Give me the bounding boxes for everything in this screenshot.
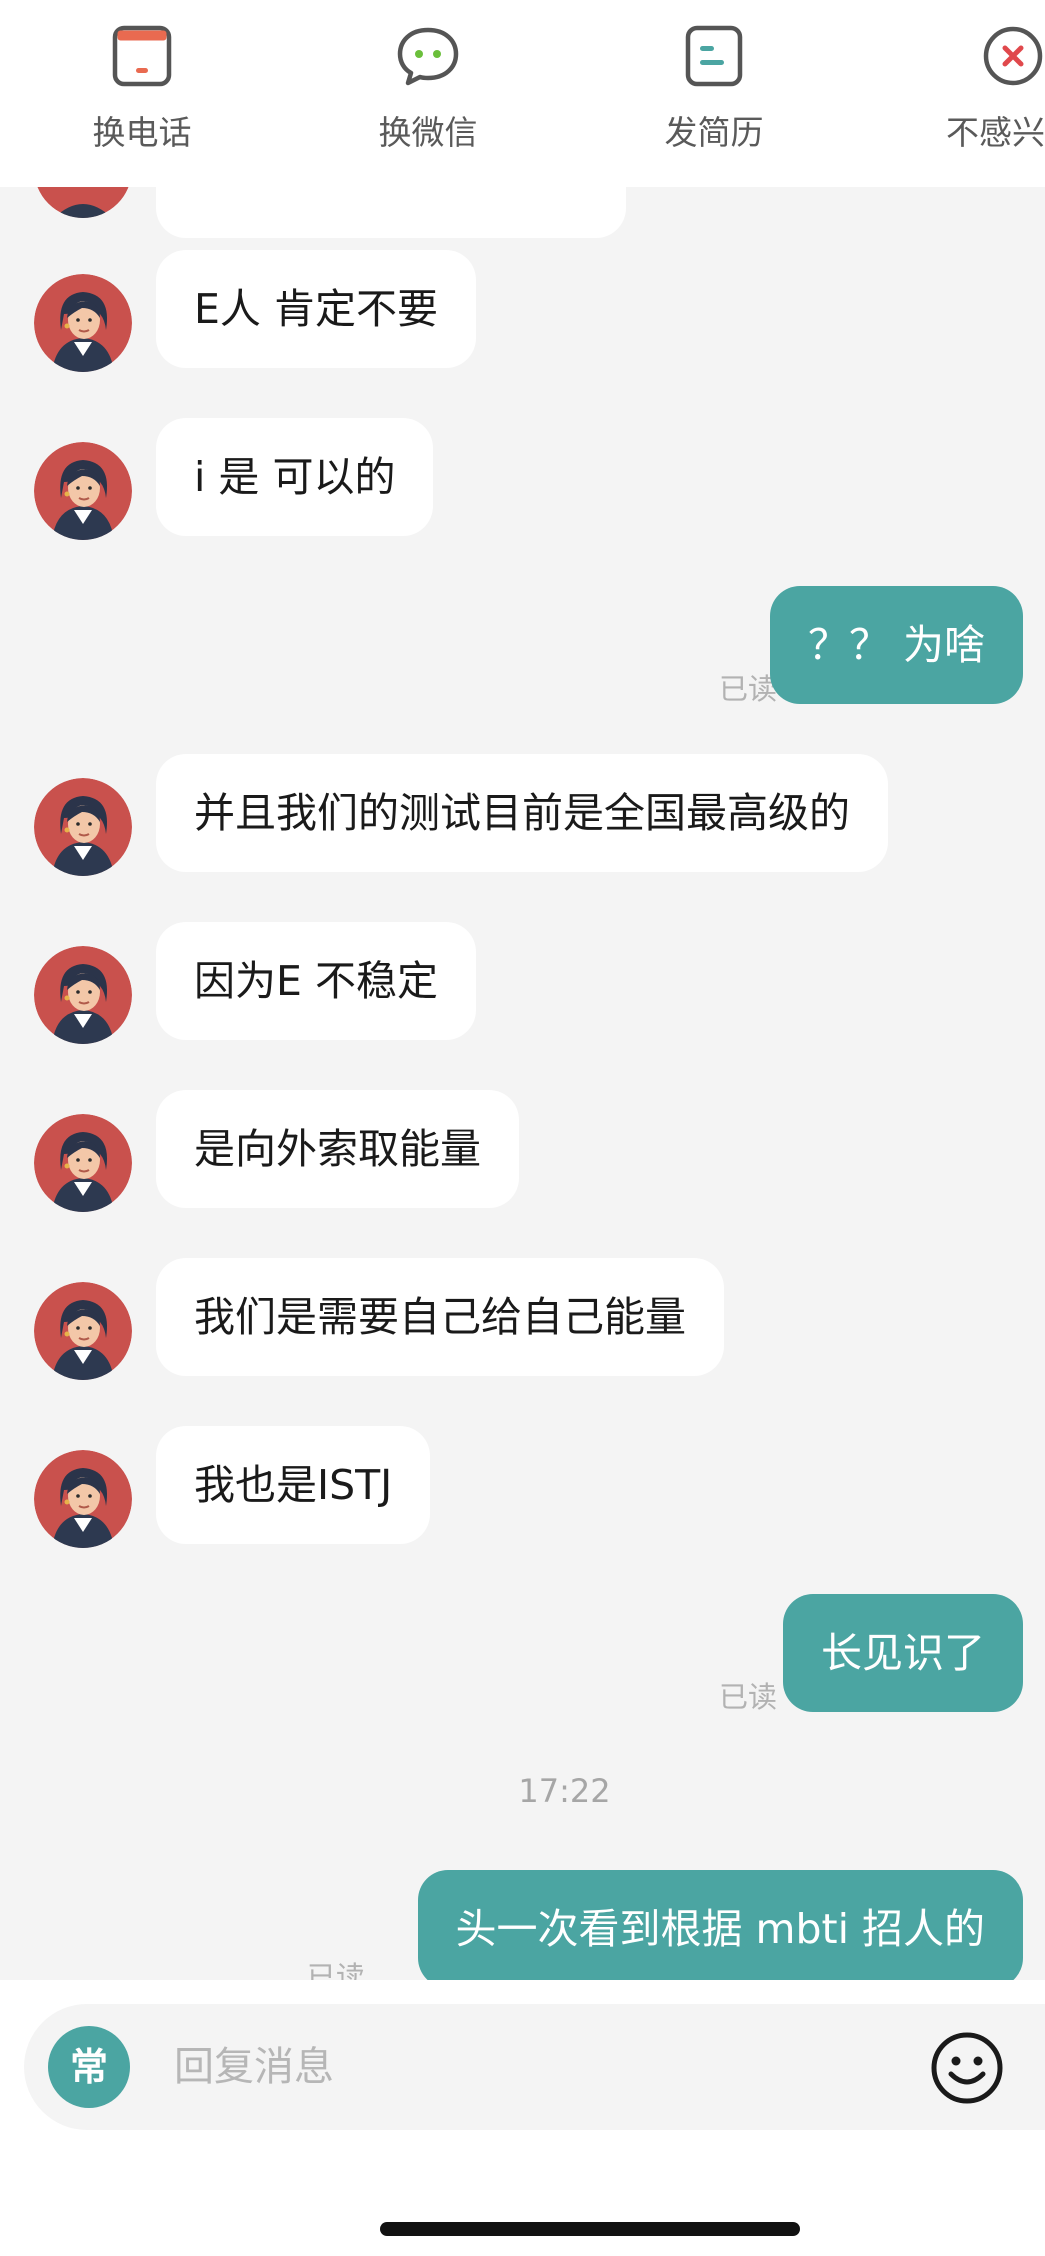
message-bubble: E人 肯定不要 (156, 250, 476, 368)
send-resume-button[interactable]: 发简历 (604, 24, 824, 154)
message-bubble: 是向外索取能量 (156, 1090, 519, 1208)
read-status: 已读 (718, 1680, 777, 1714)
message-bubble: 我也是ISTJ (156, 1426, 431, 1544)
avatar[interactable] (34, 274, 132, 372)
action-label: 换电话 (92, 113, 192, 152)
message-bubble: 并且我们的测试目前是全国最高级的 (156, 754, 888, 872)
message-bubble-outgoing: 头一次看到根据 mbti 招人的 (417, 1870, 1023, 1980)
message-bubble-outgoing: 长见识了 (783, 1594, 1023, 1712)
reply-bar: 常 回复消息 (0, 1980, 1045, 2256)
emoji-icon[interactable] (929, 2030, 1005, 2106)
avatar[interactable] (34, 1114, 132, 1212)
quick-reply-button[interactable]: 常 (48, 2026, 130, 2108)
avatar[interactable] (34, 1282, 132, 1380)
close-circle-icon (983, 26, 1043, 86)
resume-doc-icon (685, 25, 743, 87)
message-bubble: 因为E 不稳定 (156, 922, 476, 1040)
action-label: 发简历 (664, 113, 764, 152)
home-indicator (380, 2222, 800, 2236)
avatar[interactable] (34, 1450, 132, 1548)
message-bubble: i 是 可以的 (156, 418, 434, 536)
avatar[interactable] (34, 778, 132, 876)
read-status: 已读 (306, 1960, 365, 1980)
chat-timestamp: 17:22 (518, 1772, 611, 1810)
not-interested-button[interactable]: 不感兴 (905, 24, 1045, 154)
phone-card-icon (112, 25, 172, 87)
message-bubble-outgoing: ？？ 为啥 (769, 586, 1023, 704)
change-phone-button[interactable]: 换电话 (32, 24, 252, 154)
avatar[interactable] (34, 946, 132, 1044)
reply-input[interactable]: 回复消息 (174, 2004, 334, 2130)
avatar[interactable] (34, 442, 132, 540)
action-label: 换微信 (378, 113, 478, 152)
chat-area[interactable]: E人 肯定不要 i 是 可以的 已读 ？？ 为啥 并且我们的测试目前是全国最高级… (0, 0, 1045, 1980)
action-bar: 换电话 换微信 发简历 不感兴 (0, 0, 1045, 187)
read-status: 已读 (718, 672, 777, 706)
reply-input-container[interactable]: 常 回复消息 (24, 2004, 1045, 2130)
action-label: 不感兴 (946, 113, 1045, 152)
change-wechat-button[interactable]: 换微信 (318, 24, 538, 154)
wechat-bubble-icon (397, 27, 459, 86)
message-bubble: 我们是需要自己给自己能量 (156, 1258, 724, 1376)
